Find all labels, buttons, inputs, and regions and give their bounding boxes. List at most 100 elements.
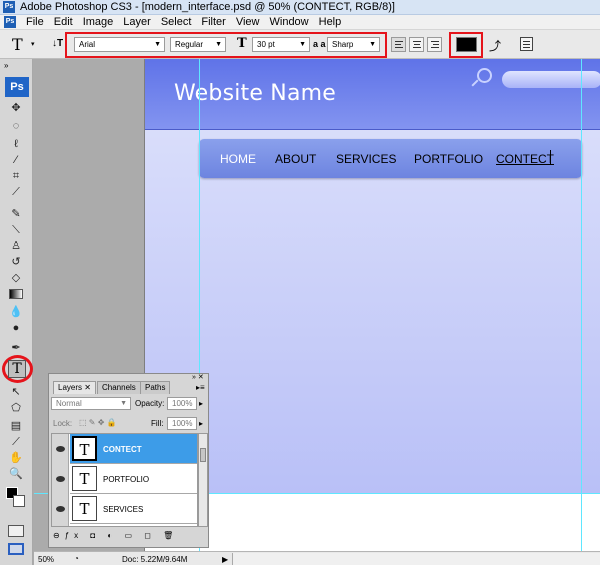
crop-tool-icon[interactable]: ⌗ [9,169,23,183]
title-bar: Ps Adobe Photoshop CS3 - [modern_interfa… [0,0,600,15]
toolbox: » Ps ✥ ◌ ℓ ⁄ ⌗ ⟋ ✎ ⟍ ♙ ↺ ◇ 💧 ● ✒ T ↖ ⬠ ▤… [0,59,33,565]
opacity-input[interactable]: 100% [167,397,197,410]
text-orientation-icon[interactable]: ↓T [52,38,66,52]
menu-window[interactable]: Window [265,16,314,28]
panel-menu-icon[interactable]: ▸≡ [196,383,205,392]
blend-mode-select[interactable]: Normal ▼ [51,397,131,410]
warp-text-icon[interactable]: ⤴ [489,37,503,53]
healing-brush-icon[interactable]: ✎ [9,207,23,221]
font-style-select[interactable]: Regular ▼ [170,37,226,52]
status-bar: 50% ◔ Doc: 5.22M/9.64M ▶ [34,551,600,565]
zoom-tool-icon[interactable]: 🔍 [9,467,23,481]
align-center-button[interactable] [409,37,424,52]
menu-select[interactable]: Select [156,16,197,28]
tab-channels[interactable]: Channels [97,381,141,394]
status-icon[interactable]: ◔ [74,554,79,563]
tab-paths[interactable]: Paths [140,381,171,394]
nav-contect: CONTECT [496,152,554,166]
photoshop-app-icon: Ps [3,1,15,13]
blur-tool-icon[interactable]: 💧 [9,305,23,319]
type-layer-thumbnail: T [72,496,97,521]
antialias-select[interactable]: Sharp ▼ [327,37,380,52]
align-left-button[interactable] [391,37,406,52]
marquee-tool-icon[interactable]: ◌ [9,119,23,133]
brush-tool-icon[interactable]: ⟍ [9,223,23,237]
shape-tool-icon[interactable]: ⬠ [9,401,23,415]
lock-icons[interactable]: ⬚ ✎ ✥ 🔒 [79,418,117,427]
menu-edit[interactable]: Edit [49,16,78,28]
align-right-button[interactable] [427,37,442,52]
nav-about: ABOUT [275,152,317,166]
zoom-level[interactable]: 50% [38,555,54,564]
text-color-swatch[interactable] [456,37,477,52]
layer-row-contect[interactable]: T CONTECT [70,434,197,464]
clone-stamp-icon[interactable]: ♙ [9,239,23,253]
options-bar: T ▾ ↓T Arial ▼ Regular ▼ T 30 pt ▼ a a Shar… [0,30,600,59]
horizontal-scrollbar[interactable] [232,553,600,565]
nav-portfolio: PORTFOLIO [414,152,484,166]
eyedropper-tool-icon[interactable]: ⟋ [9,435,23,449]
notes-tool-icon[interactable]: ▤ [9,419,23,433]
dodge-tool-icon[interactable]: ● [9,321,23,335]
menu-image[interactable]: Image [78,16,119,28]
chevron-down-icon: ▼ [154,41,161,48]
nav-home: HOME [220,152,256,166]
eye-icon[interactable] [56,476,65,482]
type-layer-thumbnail: T [72,466,97,491]
menu-help[interactable]: Help [314,16,347,28]
layer-row-services[interactable]: T SERVICES [70,494,197,524]
eye-icon[interactable] [56,506,65,512]
type-tool-icon: T [12,35,23,54]
background-color-swatch[interactable] [13,495,25,507]
lock-label: Lock: [53,419,73,428]
status-menu-arrow[interactable]: ▶ [222,555,228,564]
document-canvas[interactable]: Website Name HOME ABOUT SERVICES PORTFOL… [145,59,600,551]
eraser-tool-icon[interactable]: ◇ [9,271,23,285]
close-icon[interactable]: ✕ [84,383,91,392]
fill-input[interactable]: 100% [167,417,197,430]
chevron-right-icon[interactable]: ▸ [199,419,203,428]
type-layer-thumbnail: T [72,436,97,461]
layers-scrollbar[interactable] [198,433,208,527]
layers-footer-buttons[interactable]: ⊖ƒx ◘ ◐ ▭ ◻ 🗑 [53,531,203,545]
eye-icon[interactable] [56,446,65,452]
window-title: Adobe Photoshop CS3 - [modern_interface.… [20,1,395,13]
layer-name: PORTFOLIO [103,475,150,484]
lasso-tool-icon[interactable]: ℓ [9,137,23,151]
guide-line [145,493,600,494]
search-icon-handle [471,79,479,87]
doc-size: Doc: 5.22M/9.64M [122,555,188,564]
fill-label: Fill: [151,419,164,428]
menu-layer[interactable]: Layer [118,16,156,28]
menu-filter[interactable]: Filter [196,16,230,28]
magic-wand-icon[interactable]: ⁄ [9,153,23,167]
history-brush-icon[interactable]: ↺ [9,255,23,269]
menu-file[interactable]: File [21,16,49,28]
panel-collapse-icon[interactable]: » ✕ [192,373,204,381]
font-size-icon: T [237,36,247,51]
chevron-down-icon: ▼ [120,400,127,407]
chevron-right-icon[interactable]: ▸ [199,399,203,408]
layer-name: SERVICES [103,505,144,514]
quick-mask-icon[interactable] [8,525,24,537]
slice-tool-icon[interactable]: ⟋ [9,185,23,199]
path-selection-icon[interactable]: ↖ [9,385,23,399]
tool-preset-picker[interactable]: T ▾ [9,35,39,54]
font-family-select[interactable]: Arial ▼ [74,37,165,52]
move-tool-icon[interactable]: ✥ [9,101,23,115]
chevron-down-icon: ▼ [299,41,306,48]
character-panel-icon[interactable] [520,37,533,51]
layer-row-portfolio[interactable]: T PORTFOLIO [70,464,197,494]
hand-tool-icon[interactable]: ✋ [9,451,23,465]
collapse-arrows-icon[interactable]: » [4,61,8,70]
document-icon[interactable]: Ps [4,16,16,28]
tab-layers[interactable]: Layers ✕ [53,381,96,394]
type-tool-button[interactable]: T [8,360,26,378]
font-size-select[interactable]: 30 pt ▼ [252,37,310,52]
scroll-thumb[interactable] [200,448,206,462]
menu-bar: Ps File Edit Image Layer Select Filter V… [0,15,600,30]
screen-mode-icon[interactable] [8,543,24,555]
gradient-tool-icon[interactable] [9,289,23,299]
menu-view[interactable]: View [231,16,265,28]
pen-tool-icon[interactable]: ✒ [9,341,23,355]
